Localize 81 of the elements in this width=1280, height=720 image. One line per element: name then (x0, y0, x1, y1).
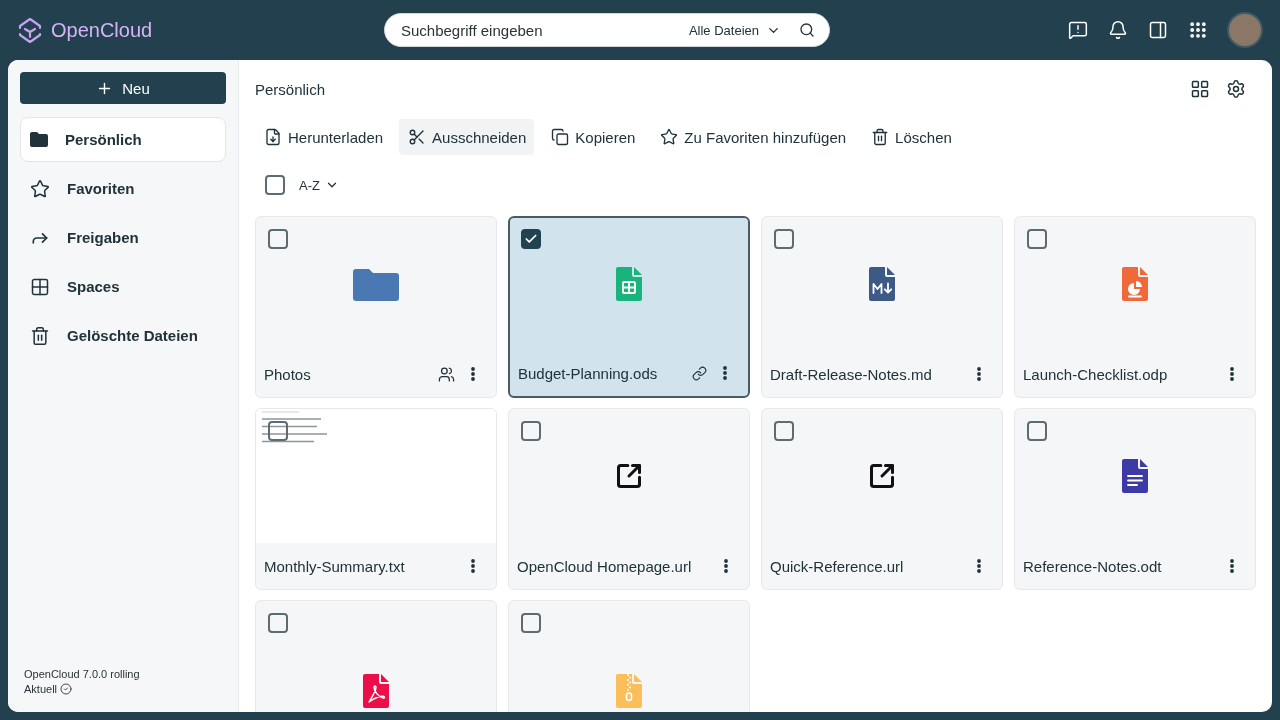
file-name: Quick-Reference.url (770, 557, 905, 575)
sort-dropdown[interactable]: A-Z (299, 173, 339, 197)
checkbox[interactable] (774, 229, 794, 249)
file-card[interactable]: Quick-Reference.url (761, 408, 1003, 590)
check-circle-icon (60, 683, 73, 695)
search-field[interactable]: Suchbegriff eingeben Alle Dateien (384, 13, 830, 47)
side-panel-icon[interactable] (1148, 20, 1168, 40)
scope-dropdown[interactable]: Alle Dateien (684, 16, 785, 44)
trash-icon (30, 325, 50, 346)
file-name: OpenCloud Homepage.url (517, 557, 693, 575)
logo-icon (18, 16, 42, 44)
kebab-icon (471, 559, 475, 573)
folder-icon (30, 132, 48, 147)
toolbar-button[interactable]: Kopieren (542, 119, 644, 155)
sidebar-item[interactable]: Spaces (20, 264, 226, 309)
checkbox[interactable] (1027, 229, 1047, 249)
kebab-icon (1230, 367, 1234, 381)
document-file-icon (1122, 459, 1148, 493)
checkbox[interactable] (268, 613, 288, 633)
checkbox[interactable] (265, 175, 285, 195)
sidebar-item[interactable]: Freigaben (20, 215, 226, 260)
folder-icon (353, 267, 399, 301)
presentation-file-icon (1122, 267, 1148, 301)
sidebar-item[interactable]: Favoriten (20, 166, 226, 211)
download-icon (264, 128, 282, 146)
file-name: Monthly-Summary.txt (264, 557, 406, 575)
kebab-icon (724, 559, 728, 573)
toolbar-button[interactable]: Löschen (862, 119, 960, 155)
star-icon (660, 128, 679, 146)
bell-icon[interactable] (1108, 20, 1128, 40)
file-name: Launch-Checklist.odp (1023, 365, 1169, 383)
checkbox[interactable] (521, 421, 541, 441)
kebab-icon (471, 367, 475, 381)
file-card[interactable]: Reference-Notes.odt (1014, 408, 1256, 590)
checkbox[interactable] (268, 229, 288, 249)
checkbox[interactable] (268, 421, 288, 441)
toolbar-button[interactable]: Herunterladen (255, 119, 392, 155)
kebab-icon (1230, 559, 1234, 573)
sidebar-item[interactable]: Gelöschte Dateien (20, 313, 226, 358)
logo-text: OpenCloud (51, 18, 153, 42)
checkbox[interactable] (521, 229, 541, 249)
kebab-icon (977, 367, 981, 381)
external-link-icon (868, 462, 896, 490)
pdf-file-icon (363, 674, 389, 708)
file-card[interactable]: Draft-Release-Notes.md (761, 216, 1003, 398)
file-card[interactable]: OpenCloud Homepage.url (508, 408, 750, 590)
archive-file-icon (616, 674, 642, 708)
checkmark-icon (524, 232, 538, 246)
markdown-file-icon (869, 267, 895, 301)
file-card[interactable]: Budget-Planning.ods (508, 216, 750, 398)
breadcrumb[interactable]: Persönlich (255, 80, 326, 98)
file-card[interactable]: Monthly-Summary.txt (255, 408, 497, 590)
status-text: Aktuell (24, 682, 58, 696)
settings-icon[interactable] (1226, 79, 1246, 99)
file-name: Budget-Planning.ods (518, 364, 659, 382)
copy-icon (551, 128, 570, 146)
feedback-icon[interactable] (1068, 20, 1088, 40)
kebab-icon (723, 366, 727, 380)
toolbar-button[interactable]: Zu Favoriten hinzufügen (651, 119, 855, 155)
trash-icon (871, 128, 890, 146)
search-icon[interactable] (799, 22, 815, 38)
file-name: Reference-Notes.odt (1023, 557, 1163, 575)
checkbox[interactable] (521, 613, 541, 633)
external-link-icon (615, 462, 643, 490)
sidebar-item[interactable]: Persönlich (20, 117, 226, 162)
file-name: Draft-Release-Notes.md (770, 365, 933, 383)
file-card[interactable]: Launch-Checklist.odp (1014, 216, 1256, 398)
toolbar-button[interactable]: Ausschneiden (399, 119, 535, 155)
file-name: Photos (264, 365, 312, 383)
spreadsheet-file-icon (616, 267, 642, 301)
checkbox[interactable] (1027, 421, 1047, 441)
file-card[interactable]: Photos (255, 216, 497, 398)
star-icon (30, 178, 50, 199)
grid-icon (30, 276, 50, 297)
version-text: OpenCloud 7.0.0 rolling (24, 667, 141, 681)
app-grid-icon[interactable] (1188, 20, 1208, 40)
kebab-icon (977, 559, 981, 573)
new-button[interactable]: Neu (20, 72, 226, 104)
user-avatar[interactable] (1227, 12, 1263, 48)
grid-view-icon[interactable] (1190, 79, 1210, 99)
checkbox[interactable] (774, 421, 794, 441)
